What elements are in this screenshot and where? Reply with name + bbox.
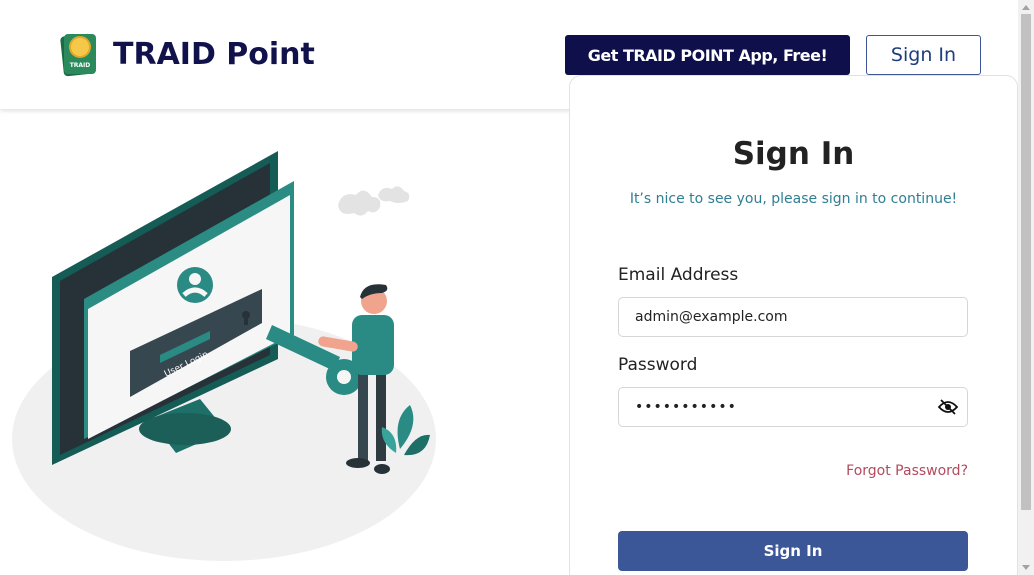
scrollbar-thumb[interactable] [1021,14,1031,510]
cloud-icon [378,186,410,203]
forgot-password-link[interactable]: Forgot Password? [846,463,968,479]
brand[interactable]: TRAID TRAID Point [60,31,315,77]
scroll-down-arrow-icon[interactable] [1018,559,1034,575]
sign-in-card: Sign In It’s nice to see you, please sig… [569,75,1018,575]
login-page: TRAID TRAID Point Get TRAID POINT App, F… [0,0,1034,575]
get-app-button[interactable]: Get TRAID POINT App, Free! [565,35,850,75]
person-leg [358,371,368,461]
sign-in-subtitle: It’s nice to see you, please sign in to … [629,191,958,207]
person-shirt [352,315,394,375]
sign-in-title: Sign In [732,136,855,172]
email-label: Email Address [618,265,739,285]
header-sign-in-button[interactable]: Sign In [866,35,981,75]
password-field[interactable] [618,387,968,427]
cloud-icon [338,190,381,216]
logo-text: TRAID [70,62,91,69]
coin-logo-icon: TRAID [60,33,96,77]
password-label: Password [618,355,698,375]
vertical-scrollbar[interactable] [1018,0,1034,575]
brand-name: TRAID Point [113,36,315,72]
email-field[interactable] [618,297,968,337]
login-illustration: User Login [12,151,436,561]
eye-slash-icon[interactable] [938,399,958,415]
sign-in-submit-button[interactable]: Sign In [618,531,968,571]
